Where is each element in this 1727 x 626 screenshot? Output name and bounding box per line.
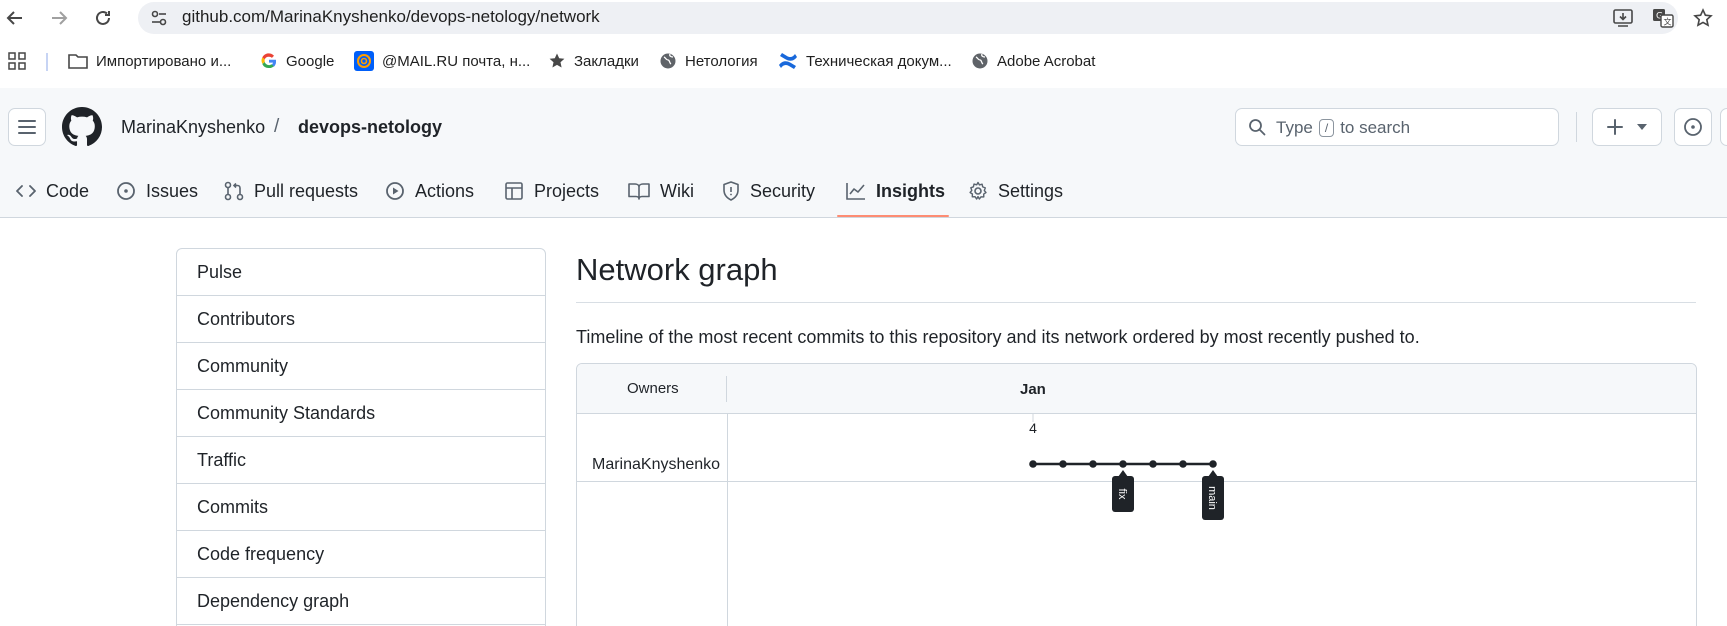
apps-grid-icon[interactable] bbox=[8, 50, 26, 72]
search-icon bbox=[1248, 118, 1266, 141]
commit-dot[interactable] bbox=[1209, 460, 1217, 468]
sidebar-item-commits[interactable]: Commits bbox=[177, 484, 545, 531]
browser-toolbar: github.com/MarinaKnyshenko/devops-netolo… bbox=[0, 0, 1727, 36]
page-title: Network graph bbox=[576, 252, 778, 287]
confluence-icon bbox=[779, 53, 797, 69]
gear-icon bbox=[969, 181, 987, 200]
install-app-icon[interactable] bbox=[1610, 5, 1636, 31]
create-new-button[interactable] bbox=[1592, 108, 1662, 146]
site-info-icon[interactable] bbox=[150, 9, 168, 32]
bookmark-item[interactable]: Закладки bbox=[548, 50, 639, 72]
commit-dot[interactable] bbox=[1179, 460, 1187, 468]
commit-dot[interactable] bbox=[1059, 460, 1067, 468]
play-icon bbox=[386, 182, 404, 200]
page-description: Timeline of the most recent commits to t… bbox=[576, 327, 1420, 347]
sidebar-item-dependency-graph[interactable]: Dependency graph bbox=[177, 578, 545, 625]
tab-pull-requests[interactable]: Pull requests bbox=[224, 164, 358, 218]
search-placeholder: Type / to search bbox=[1276, 118, 1411, 137]
bookmark-item[interactable]: @MAIL.RU почта, н... bbox=[354, 50, 530, 72]
triangle-down-icon bbox=[1637, 124, 1647, 130]
star-icon bbox=[549, 53, 565, 68]
repo-header: MarinaKnyshenko / devops-netology Type /… bbox=[0, 88, 1727, 218]
issue-icon bbox=[1684, 118, 1702, 136]
pull-requests-top-button[interactable] bbox=[1720, 108, 1727, 146]
pull-request-icon bbox=[224, 181, 244, 201]
book-icon bbox=[628, 183, 650, 200]
mailru-icon bbox=[354, 51, 374, 71]
svg-text:文: 文 bbox=[1664, 17, 1672, 27]
tab-actions[interactable]: Actions bbox=[385, 164, 474, 218]
branch-label-pointer bbox=[1208, 470, 1218, 477]
bookmark-item[interactable]: Нетология bbox=[659, 50, 758, 72]
title-divider bbox=[576, 302, 1696, 303]
shield-icon bbox=[723, 181, 739, 201]
globe-icon bbox=[972, 53, 988, 69]
url-text[interactable]: github.com/MarinaKnyshenko/devops-netolo… bbox=[182, 7, 600, 27]
tab-issues[interactable]: Issues bbox=[116, 164, 198, 218]
sidebar-item-community[interactable]: Community bbox=[177, 343, 545, 390]
translate-icon[interactable]: G文 bbox=[1650, 5, 1676, 31]
table-icon bbox=[505, 182, 523, 200]
insights-sidebar: Pulse Contributors Community Community S… bbox=[176, 248, 546, 626]
tab-projects[interactable]: Projects bbox=[504, 164, 599, 218]
breadcrumb-repo[interactable]: devops-netology bbox=[298, 117, 442, 138]
sidebar-item-code-frequency[interactable]: Code frequency bbox=[177, 531, 545, 578]
branch-label-fix[interactable]: fix bbox=[1112, 470, 1134, 512]
tab-code[interactable]: Code bbox=[16, 164, 89, 218]
github-logo-icon[interactable] bbox=[62, 107, 102, 152]
back-arrow-icon[interactable] bbox=[2, 5, 28, 31]
commit-dot[interactable] bbox=[1119, 460, 1127, 468]
bookmark-separator bbox=[46, 53, 48, 71]
header-divider bbox=[1576, 112, 1577, 142]
folder-icon bbox=[68, 54, 88, 69]
plus-icon bbox=[1607, 119, 1623, 135]
commit-dot[interactable] bbox=[1089, 460, 1097, 468]
issue-icon bbox=[117, 182, 135, 200]
day-label: 4 bbox=[1029, 420, 1037, 436]
menu-icon bbox=[18, 120, 36, 134]
breadcrumb-separator: / bbox=[274, 116, 280, 137]
bookmark-item[interactable]: Google bbox=[260, 50, 334, 72]
graph-icon bbox=[846, 183, 865, 200]
branch-label-text: fix bbox=[1116, 489, 1128, 501]
commit-dot[interactable] bbox=[1029, 460, 1037, 468]
slash-key-hint: / bbox=[1318, 119, 1335, 137]
active-tab-indicator bbox=[837, 215, 949, 217]
network-graph[interactable]: Owners Jan MarinaKnyshenko 4 fix main bbox=[576, 363, 1697, 626]
bookmark-item[interactable]: Adobe Acrobat bbox=[971, 50, 1095, 72]
reload-icon[interactable] bbox=[90, 5, 116, 31]
sidebar-item-contributors[interactable]: Contributors bbox=[177, 296, 545, 343]
sidebar-item-community-standards[interactable]: Community Standards bbox=[177, 390, 545, 437]
bookmarks-bar: Импортировано и... Google @MAIL.RU почта… bbox=[0, 44, 1727, 78]
tab-settings[interactable]: Settings bbox=[968, 164, 1063, 218]
bookmark-star-icon[interactable] bbox=[1690, 5, 1716, 31]
branch-label-pointer bbox=[1118, 470, 1128, 477]
breadcrumb-owner[interactable]: MarinaKnyshenko bbox=[121, 117, 265, 138]
sidebar-item-pulse[interactable]: Pulse bbox=[177, 249, 545, 296]
commit-graph-canvas: 4 fix main bbox=[1029, 414, 1224, 520]
tab-insights[interactable]: Insights bbox=[846, 164, 945, 218]
code-icon bbox=[16, 185, 36, 197]
globe-icon bbox=[660, 53, 676, 69]
branch-label-main[interactable]: main bbox=[1202, 470, 1224, 520]
forward-arrow-icon[interactable] bbox=[46, 5, 72, 31]
tab-wiki[interactable]: Wiki bbox=[628, 164, 694, 218]
sidebar-item-traffic[interactable]: Traffic bbox=[177, 437, 545, 484]
hamburger-menu-button[interactable] bbox=[8, 108, 46, 146]
branch-label-text: main bbox=[1206, 486, 1218, 510]
your-issues-button[interactable] bbox=[1674, 108, 1712, 146]
search-input[interactable]: Type / to search bbox=[1235, 108, 1559, 146]
bookmark-item[interactable]: Техническая докум... bbox=[778, 50, 952, 72]
google-icon bbox=[261, 53, 277, 69]
commit-dot[interactable] bbox=[1149, 460, 1157, 468]
tab-security[interactable]: Security bbox=[722, 164, 815, 218]
bookmark-item[interactable]: Импортировано и... bbox=[68, 50, 231, 72]
